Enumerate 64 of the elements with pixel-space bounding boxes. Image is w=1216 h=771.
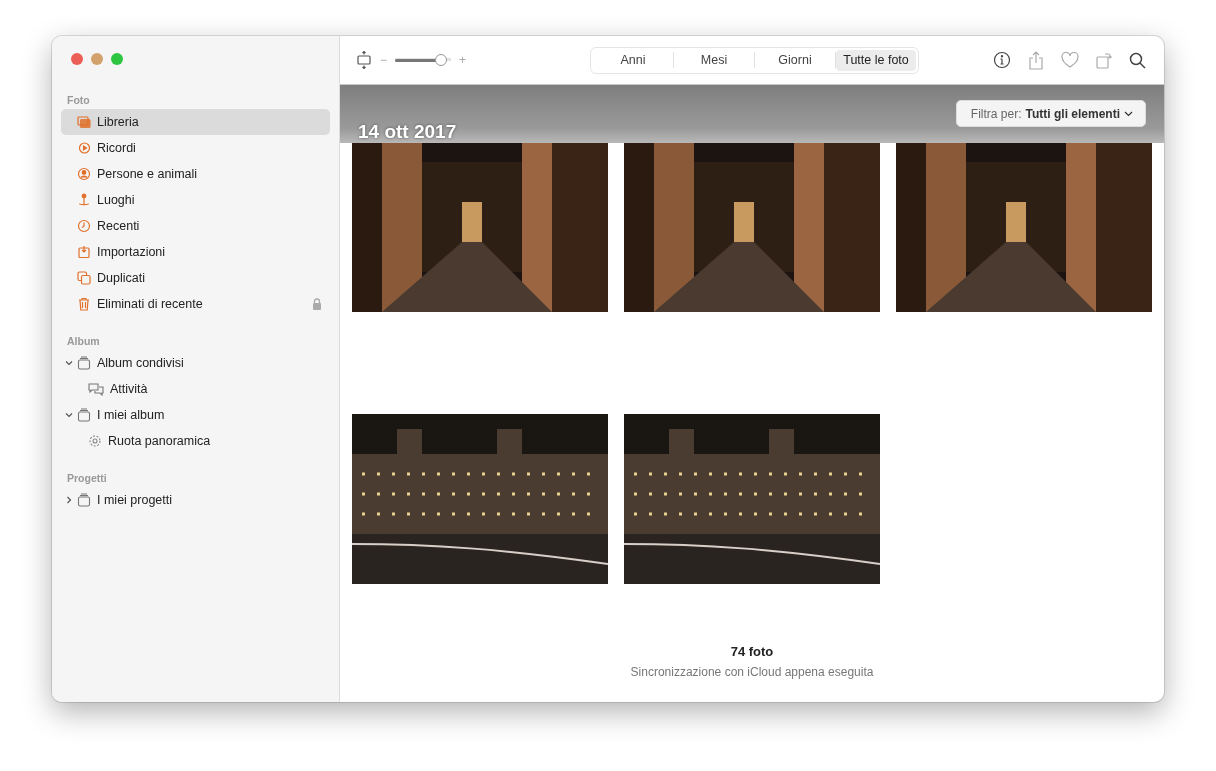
- chevron-right-icon[interactable]: [65, 496, 73, 504]
- item-label: Recenti: [97, 219, 141, 233]
- section-header: Album: [66, 334, 101, 349]
- sidebar-item[interactable]: Importazioni: [61, 239, 330, 265]
- item-label: I miei progetti: [97, 493, 174, 507]
- item-label: Luoghi: [97, 193, 136, 207]
- album-stack-icon: [77, 493, 91, 507]
- view-tab[interactable]: Giorni: [755, 49, 835, 71]
- import-icon: [77, 245, 91, 259]
- map-pin-icon: [77, 193, 91, 207]
- photo-placeholder[interactable]: [896, 142, 1152, 312]
- person-icon: [77, 167, 91, 181]
- item-label: Ruota panoramica: [108, 434, 212, 448]
- sidebar-item[interactable]: I miei album: [61, 402, 330, 428]
- fit-view-icon[interactable]: [356, 51, 372, 69]
- album-stack-icon: [77, 408, 91, 422]
- duplicate-icon: [77, 271, 91, 285]
- view-tab[interactable]: Anni: [593, 49, 673, 71]
- search-icon[interactable]: [1129, 51, 1146, 69]
- sidebar-item[interactable]: Libreria: [61, 109, 330, 135]
- sidebar-item[interactable]: Attività: [61, 376, 330, 402]
- photo-count: 74 foto: [729, 644, 775, 659]
- photo-placeholder[interactable]: [352, 142, 608, 312]
- slider-thumb[interactable]: [434, 54, 447, 66]
- chevron-down-icon: [1124, 110, 1133, 117]
- sidebar-item[interactable]: Ruota panoramica: [61, 428, 330, 454]
- filter-dropdown[interactable]: Filtra per: Tutti gli elementi: [955, 100, 1146, 127]
- item-label: Album condivisi: [97, 356, 185, 370]
- sidebar-item[interactable]: I miei progetti: [61, 487, 330, 513]
- section-header: Progetti: [66, 471, 108, 486]
- item-label: Eliminati di recente: [97, 297, 204, 311]
- speech-bubbles-icon: [88, 382, 104, 396]
- view-tab[interactable]: Mesi: [674, 49, 754, 71]
- item-label: Ricordi: [97, 141, 137, 155]
- item-label: Persone e animali: [97, 167, 199, 181]
- item-label: Attività: [110, 382, 149, 396]
- chevron-down-icon[interactable]: [65, 411, 73, 419]
- date-heading: 14 ott 2017: [358, 121, 457, 143]
- chevron-down-icon[interactable]: [65, 359, 73, 367]
- info-icon[interactable]: [993, 51, 1011, 69]
- sync-status: Sincronizzazione con iCloud appena eseguita: [629, 665, 875, 679]
- photo-placeholder[interactable]: [624, 142, 880, 312]
- item-label: Duplicati: [97, 271, 146, 285]
- sidebar-item[interactable]: Recenti: [61, 213, 330, 239]
- clock-icon: [77, 219, 91, 233]
- photo-placeholder[interactable]: [624, 414, 880, 584]
- close-button[interactable]: [71, 53, 83, 65]
- sidebar-item[interactable]: Album condivisi: [61, 350, 330, 376]
- section-header: Foto: [66, 93, 91, 108]
- gear-icon: [88, 434, 102, 448]
- item-label: I miei album: [97, 408, 166, 422]
- sidebar-item[interactable]: Duplicati: [61, 265, 330, 291]
- photo-placeholder[interactable]: [352, 414, 608, 584]
- item-label: Libreria: [97, 115, 140, 129]
- trash-icon: [77, 297, 91, 311]
- sidebar-item[interactable]: Persone e animali: [61, 161, 330, 187]
- sidebar-item[interactable]: Ricordi: [61, 135, 330, 161]
- item-label: Importazioni: [97, 245, 167, 259]
- memories-icon: [77, 141, 91, 155]
- view-tab[interactable]: Tutte le foto: [836, 49, 916, 71]
- album-stack-icon: [77, 356, 91, 370]
- sidebar-item[interactable]: Eliminati di recente: [61, 291, 330, 317]
- photo-library-icon: [77, 115, 91, 129]
- sidebar-item[interactable]: Luoghi: [61, 187, 330, 213]
